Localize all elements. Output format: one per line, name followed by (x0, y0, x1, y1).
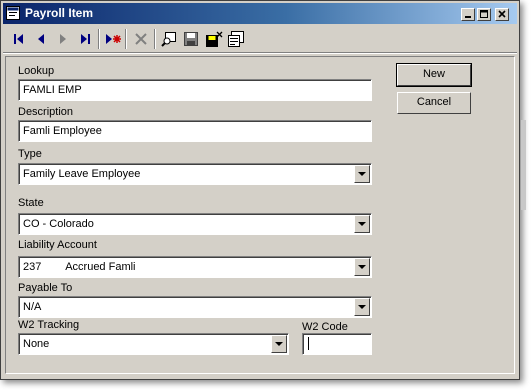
liability-account-value: 237 Accrued Famli (23, 261, 136, 273)
previous-record-button[interactable] (31, 29, 51, 49)
payable-to-label: Payable To (18, 282, 73, 294)
chevron-down-icon (358, 305, 366, 309)
toolbar-separator (125, 29, 127, 49)
last-record-button[interactable] (75, 29, 95, 49)
toolbar (3, 25, 517, 53)
chevron-down-icon (358, 222, 366, 226)
maximize-icon (480, 10, 488, 18)
payable-to-value: N/A (23, 301, 42, 313)
toolbar-separator (98, 29, 100, 49)
properties-icon (228, 31, 244, 47)
first-record-button[interactable] (9, 29, 29, 49)
save-button[interactable] (181, 29, 201, 49)
new-record-button[interactable] (102, 29, 122, 49)
type-dropdown[interactable]: Family Leave Employee (18, 163, 372, 185)
delete-icon (135, 33, 147, 45)
next-record-icon (60, 34, 66, 44)
chevron-down-icon (275, 342, 283, 346)
text-caret (308, 337, 309, 350)
lookup-value: FAMLI EMP (23, 84, 82, 96)
find-button[interactable] (159, 29, 179, 49)
lookup-label: Lookup (18, 65, 55, 77)
next-record-button[interactable] (53, 29, 73, 49)
window-title: Payroll Item (25, 6, 94, 20)
type-value: Family Leave Employee (23, 168, 141, 180)
title-bar[interactable]: Payroll Item (3, 3, 517, 24)
find-icon (161, 32, 176, 47)
cancel-button[interactable]: Cancel (397, 92, 471, 114)
maximize-button[interactable] (477, 8, 491, 21)
w2-tracking-value: None (23, 338, 50, 350)
state-label: State (18, 197, 44, 209)
lookup-field[interactable]: FAMLI EMP (18, 79, 372, 101)
type-label: Type (18, 148, 42, 160)
minimize-icon (465, 16, 471, 18)
close-icon (498, 10, 506, 18)
w2-code-field[interactable] (302, 333, 372, 355)
liability-account-dropdown-button[interactable] (354, 258, 370, 276)
state-dropdown-button[interactable] (354, 215, 370, 233)
w2-tracking-dropdown[interactable]: None (18, 333, 289, 355)
chevron-down-icon (358, 265, 366, 269)
toolbar-separator (154, 29, 156, 49)
liability-account-label: Liability Account (18, 239, 97, 251)
description-value: Famli Employee (23, 125, 102, 137)
properties-button[interactable] (225, 29, 245, 49)
save-and-close-button[interactable] (203, 29, 223, 49)
previous-record-icon (38, 34, 44, 44)
close-button[interactable] (495, 8, 509, 21)
payable-to-dropdown-button[interactable] (354, 298, 370, 316)
state-value: CO - Colorado (23, 218, 94, 230)
minimize-button[interactable] (461, 8, 475, 21)
delete-record-button[interactable] (131, 29, 151, 49)
w2-code-label: W2 Code (302, 321, 348, 333)
last-record-icon (81, 34, 90, 44)
chevron-down-icon (358, 172, 366, 176)
payable-to-dropdown[interactable]: N/A (18, 296, 372, 318)
state-dropdown[interactable]: CO - Colorado (18, 213, 372, 235)
toolbar-divider (3, 52, 517, 54)
form-panel: Lookup FAMLI EMP Description Famli Emplo… (5, 56, 515, 374)
payroll-item-window: Payroll Item Lookup FAMLI EMP Descriptio… (0, 0, 520, 380)
new-button[interactable]: New (396, 63, 472, 87)
type-dropdown-button[interactable] (354, 165, 370, 183)
background-edge (521, 120, 526, 210)
first-record-icon (14, 34, 23, 44)
w2-tracking-label: W2 Tracking (18, 319, 80, 331)
w2-tracking-dropdown-button[interactable] (271, 335, 287, 353)
liability-account-dropdown[interactable]: 237 Accrued Famli (18, 256, 372, 278)
save-and-close-icon (206, 31, 223, 47)
description-field[interactable]: Famli Employee (18, 120, 372, 142)
window-icon (6, 6, 20, 20)
new-record-icon (106, 34, 121, 44)
save-icon (184, 32, 198, 46)
description-label: Description (18, 106, 74, 118)
